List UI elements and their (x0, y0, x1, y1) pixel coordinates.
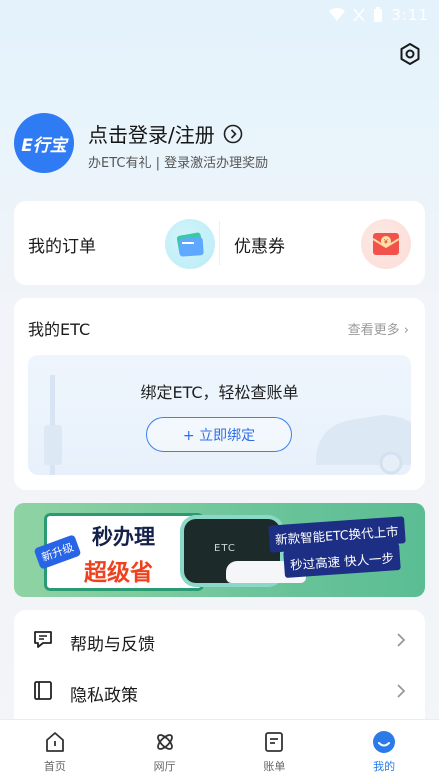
my-etc-title: 我的ETC (28, 320, 91, 339)
tab-label-home: 首页 (43, 760, 66, 773)
svg-text:¥: ¥ (384, 239, 388, 246)
status-icons: 3:11 (329, 6, 429, 24)
car-silhouette-icon (316, 415, 411, 475)
view-more-label: 查看更多 (347, 323, 400, 338)
status-time: 3:11 (391, 6, 429, 24)
quick-actions-card: 我的订单 优惠券 ¥ (14, 201, 425, 285)
tab-bill[interactable]: 账单 (220, 720, 330, 780)
login-link[interactable]: 点击登录/注册 (88, 119, 243, 148)
profile-header[interactable]: E行宝 点击登录/注册 办ETC有礼 | 登录激活办理奖励 (14, 113, 424, 175)
bill-icon (265, 732, 284, 752)
my-etc-card: 我的ETC 查看更多 › 绑定ETC，轻松查账单 + 立即绑定 (14, 298, 425, 490)
menu-item-privacy[interactable]: 隐私政策 (14, 665, 425, 717)
tab-label-hall: 网厅 (153, 760, 176, 773)
status-bar: 3:11 (0, 0, 439, 30)
menu-item-help[interactable]: 帮助与反馈 (14, 614, 425, 666)
login-title: 点击登录/注册 (88, 123, 215, 147)
bind-now-button[interactable]: + 立即绑定 (146, 417, 292, 452)
profile-icon (373, 731, 396, 753)
banner-title-1: 秒办理 (92, 525, 155, 549)
settings-icon[interactable] (398, 42, 422, 66)
banner-title-2: 超级省 (84, 560, 153, 586)
battery-icon (374, 7, 383, 22)
signal-icon (353, 8, 365, 22)
promo-banner[interactable]: 新升级 秒办理 超级省 ETC 新款智能ETC换代上市 秒过高速 快人一步 (14, 503, 425, 597)
chevron-right-icon (397, 684, 406, 698)
tab-label-bill: 账单 (263, 760, 286, 773)
etc-empty-panel: 绑定ETC，轻松查账单 + 立即绑定 (28, 355, 411, 475)
hall-icon (156, 734, 173, 750)
chevron-right-circle-icon (223, 124, 243, 143)
tab-home[interactable]: 首页 (0, 720, 110, 780)
red-envelope-icon: ¥ (361, 219, 411, 269)
coupons-label: 优惠券 (234, 237, 285, 257)
etc-bind-message: 绑定ETC，轻松查账单 (140, 383, 299, 402)
tab-hall[interactable]: 网厅 (110, 720, 220, 780)
my-orders-button[interactable]: 我的订单 (14, 201, 219, 285)
chevron-right-icon: › (403, 323, 409, 338)
login-subtitle: 办ETC有礼 | 登录激活办理奖励 (88, 156, 269, 171)
tab-label-mine: 我的 (373, 760, 396, 773)
tab-mine[interactable]: 我的 (329, 720, 439, 780)
view-more-link[interactable]: 查看更多 › (348, 319, 409, 338)
etc-device-label: ETC (214, 543, 236, 554)
settings-menu: 帮助与反馈 隐私政策 (14, 610, 425, 730)
wallet-card-icon (165, 219, 215, 269)
chevron-right-icon (397, 633, 406, 647)
menu-label-privacy: 隐私政策 (70, 686, 138, 706)
my-orders-label: 我的订单 (28, 237, 96, 257)
help-feedback-icon (34, 631, 52, 648)
app-logo: E行宝 (14, 113, 74, 173)
home-icon (45, 732, 64, 752)
menu-label-help: 帮助与反馈 (70, 635, 155, 655)
privacy-book-icon (34, 681, 52, 700)
coupons-button[interactable]: 优惠券 ¥ (220, 201, 425, 285)
wifi-icon (329, 8, 346, 21)
bottom-tab-bar: 首页 网厅 账单 我的 (0, 719, 439, 780)
